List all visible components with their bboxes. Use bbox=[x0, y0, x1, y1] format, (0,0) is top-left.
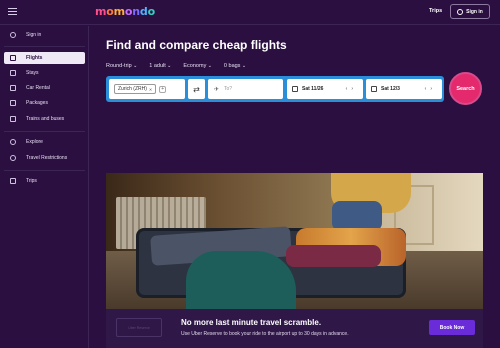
page-title: Find and compare cheap flights bbox=[106, 38, 287, 52]
hero-green-cloth bbox=[186, 251, 296, 309]
sidebar-item-stays[interactable]: Stays bbox=[4, 67, 85, 79]
signin-button-label: Sign in bbox=[466, 8, 483, 15]
origin-field[interactable]: Zurich (ZRH) ✕ + bbox=[109, 79, 185, 99]
uber-reserve-logo: Uber Reserve bbox=[116, 318, 162, 337]
depart-date-field[interactable]: Sat 11/26 ‹› bbox=[287, 79, 363, 99]
divider bbox=[4, 46, 85, 47]
suitcase-icon bbox=[10, 178, 16, 184]
search-options: Round-trip 1 adult Economy 0 bags bbox=[106, 63, 246, 69]
hero-person-leg bbox=[332, 201, 382, 231]
sidebar-item-car-rental[interactable]: Car Rental bbox=[4, 82, 85, 94]
promo-title: No more last minute travel scramble. bbox=[181, 318, 322, 327]
origin-chip[interactable]: Zurich (ZRH) ✕ bbox=[114, 84, 157, 94]
search-button[interactable]: Search bbox=[449, 72, 482, 105]
sidebar-item-signin[interactable]: Sign in bbox=[4, 29, 85, 41]
train-icon bbox=[10, 116, 16, 122]
logo-letter: o bbox=[147, 5, 156, 18]
sidebar-item-label: Travel Restrictions bbox=[26, 155, 68, 161]
return-date-field[interactable]: Sat 12/3 ‹› bbox=[366, 79, 442, 99]
sidebar-item-label: Sign in bbox=[26, 32, 42, 38]
sidebar-item-label: Flights bbox=[26, 55, 43, 61]
sidebar-item-label: Stays bbox=[26, 70, 39, 76]
sidebar-item-trips[interactable]: Trips bbox=[4, 175, 85, 187]
depart-date-value: Sat 11/26 bbox=[302, 86, 324, 92]
sidebar-item-travel-restrictions[interactable]: Travel Restrictions bbox=[4, 152, 85, 164]
promo-subtitle: Use Uber Reserve to book your ride to th… bbox=[181, 331, 349, 337]
return-date-value: Sat 12/3 bbox=[381, 86, 400, 92]
sidebar-item-explore[interactable]: Explore bbox=[4, 136, 85, 148]
bags-dropdown[interactable]: 0 bags bbox=[224, 63, 246, 69]
signin-button[interactable]: Sign in bbox=[450, 4, 490, 19]
close-icon[interactable]: ✕ bbox=[149, 87, 152, 92]
logo-letter: m bbox=[95, 5, 107, 18]
menu-icon[interactable] bbox=[8, 8, 17, 16]
hero-image bbox=[106, 173, 483, 309]
plane-icon: ✈ bbox=[214, 86, 220, 93]
sidebar-item-packages[interactable]: Packages bbox=[4, 97, 85, 109]
user-icon bbox=[457, 8, 464, 15]
info-icon bbox=[10, 155, 16, 161]
package-icon bbox=[10, 100, 16, 106]
sidebar-item-label: Car Rental bbox=[26, 85, 50, 91]
divider bbox=[4, 131, 85, 132]
date-stepper-icon[interactable]: ‹› bbox=[346, 86, 357, 92]
bed-icon bbox=[10, 70, 16, 76]
divider bbox=[4, 170, 85, 171]
car-icon bbox=[10, 85, 16, 91]
logo-letter: o bbox=[106, 5, 114, 18]
calendar-icon bbox=[292, 86, 298, 92]
hero-clothes bbox=[286, 245, 381, 267]
user-icon bbox=[10, 32, 16, 38]
sidebar: Sign in Flights Stays Car Rental Package… bbox=[0, 26, 89, 348]
sidebar-item-label: Packages bbox=[26, 100, 48, 106]
flight-search-form: Zurich (ZRH) ✕ + ⇄ ✈ To? Sat 11/26 ‹› Sa… bbox=[106, 76, 444, 102]
globe-icon bbox=[10, 139, 16, 145]
trip-type-dropdown[interactable]: Round-trip bbox=[106, 63, 137, 69]
trips-link[interactable]: Trips bbox=[429, 8, 442, 14]
date-stepper-icon[interactable]: ‹› bbox=[425, 86, 436, 92]
sidebar-item-trains-buses[interactable]: Trains and buses bbox=[4, 113, 85, 125]
sidebar-item-flights[interactable]: Flights bbox=[4, 52, 85, 64]
sidebar-item-label: Trips bbox=[26, 178, 37, 184]
logo-letter: n bbox=[132, 5, 140, 18]
momondo-logo[interactable]: momondo bbox=[95, 5, 155, 18]
destination-field[interactable]: ✈ To? bbox=[208, 79, 283, 99]
destination-placeholder: To? bbox=[224, 86, 233, 92]
calendar-icon bbox=[371, 86, 377, 92]
logo-letter: d bbox=[139, 5, 148, 18]
book-now-button[interactable]: Book Now bbox=[429, 320, 475, 335]
sidebar-item-label: Explore bbox=[26, 139, 43, 145]
origin-chip-label: Zurich (ZRH) bbox=[118, 86, 147, 92]
plane-icon bbox=[10, 55, 16, 61]
top-bar: momondo Trips Sign in bbox=[0, 0, 500, 25]
travelers-dropdown[interactable]: 1 adult bbox=[149, 63, 171, 69]
sidebar-item-label: Trains and buses bbox=[26, 116, 65, 122]
logo-letter: m bbox=[113, 5, 125, 18]
swap-icon[interactable]: ⇄ bbox=[188, 79, 205, 99]
cabin-class-dropdown[interactable]: Economy bbox=[183, 63, 212, 69]
add-origin-icon[interactable]: + bbox=[159, 85, 167, 93]
promo-banner: Uber Reserve No more last minute travel … bbox=[106, 309, 483, 348]
